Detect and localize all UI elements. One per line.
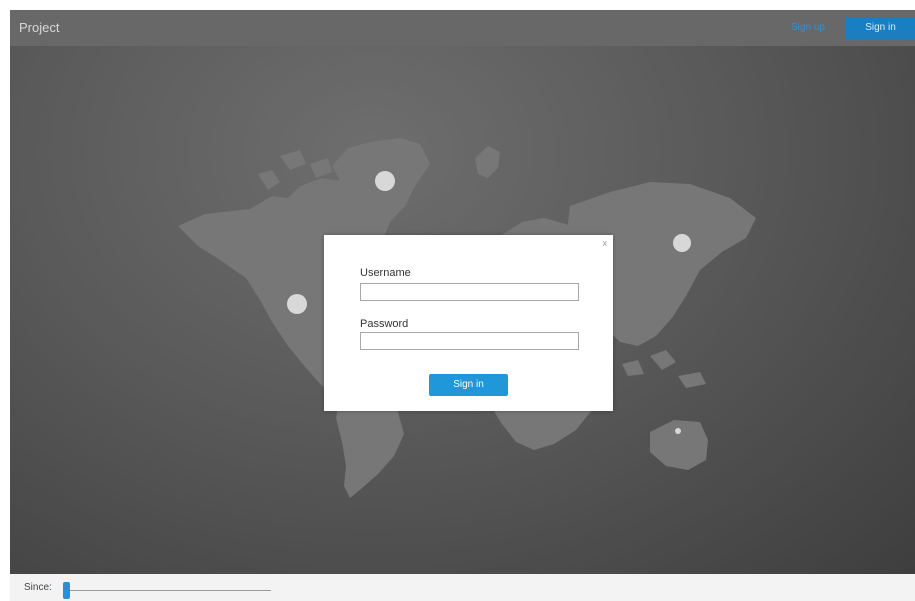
nav-sign-in-button[interactable]: Sign in (846, 17, 915, 39)
footer-bar: Since: (10, 574, 915, 601)
password-label: Password (360, 318, 409, 330)
marker-dot-icon[interactable] (675, 428, 681, 434)
close-icon[interactable]: x (603, 238, 608, 248)
since-label: Since: (24, 582, 52, 593)
since-slider-handle[interactable] (63, 582, 70, 599)
username-input[interactable] (360, 283, 579, 301)
marker-dot-icon[interactable] (673, 234, 691, 252)
marker-dot-icon[interactable] (287, 294, 307, 314)
since-slider-track[interactable] (66, 590, 271, 591)
marker-dot-icon[interactable] (375, 171, 395, 191)
australia-shape (650, 420, 708, 470)
sign-in-submit-button[interactable]: Sign in (429, 374, 508, 396)
sign-in-dialog: x Username Password Sign in (324, 235, 613, 411)
app-window: Project Sign up Sign in Since: x Usernam… (10, 10, 915, 601)
username-label: Username (360, 267, 411, 279)
sign-up-link[interactable]: Sign up (791, 22, 825, 33)
greenland-shape (475, 146, 500, 178)
password-input[interactable] (360, 332, 579, 350)
southeast-asia-islands-shape (622, 350, 706, 388)
brand-title[interactable]: Project (19, 20, 59, 35)
top-navbar: Project Sign up Sign in (10, 10, 915, 46)
